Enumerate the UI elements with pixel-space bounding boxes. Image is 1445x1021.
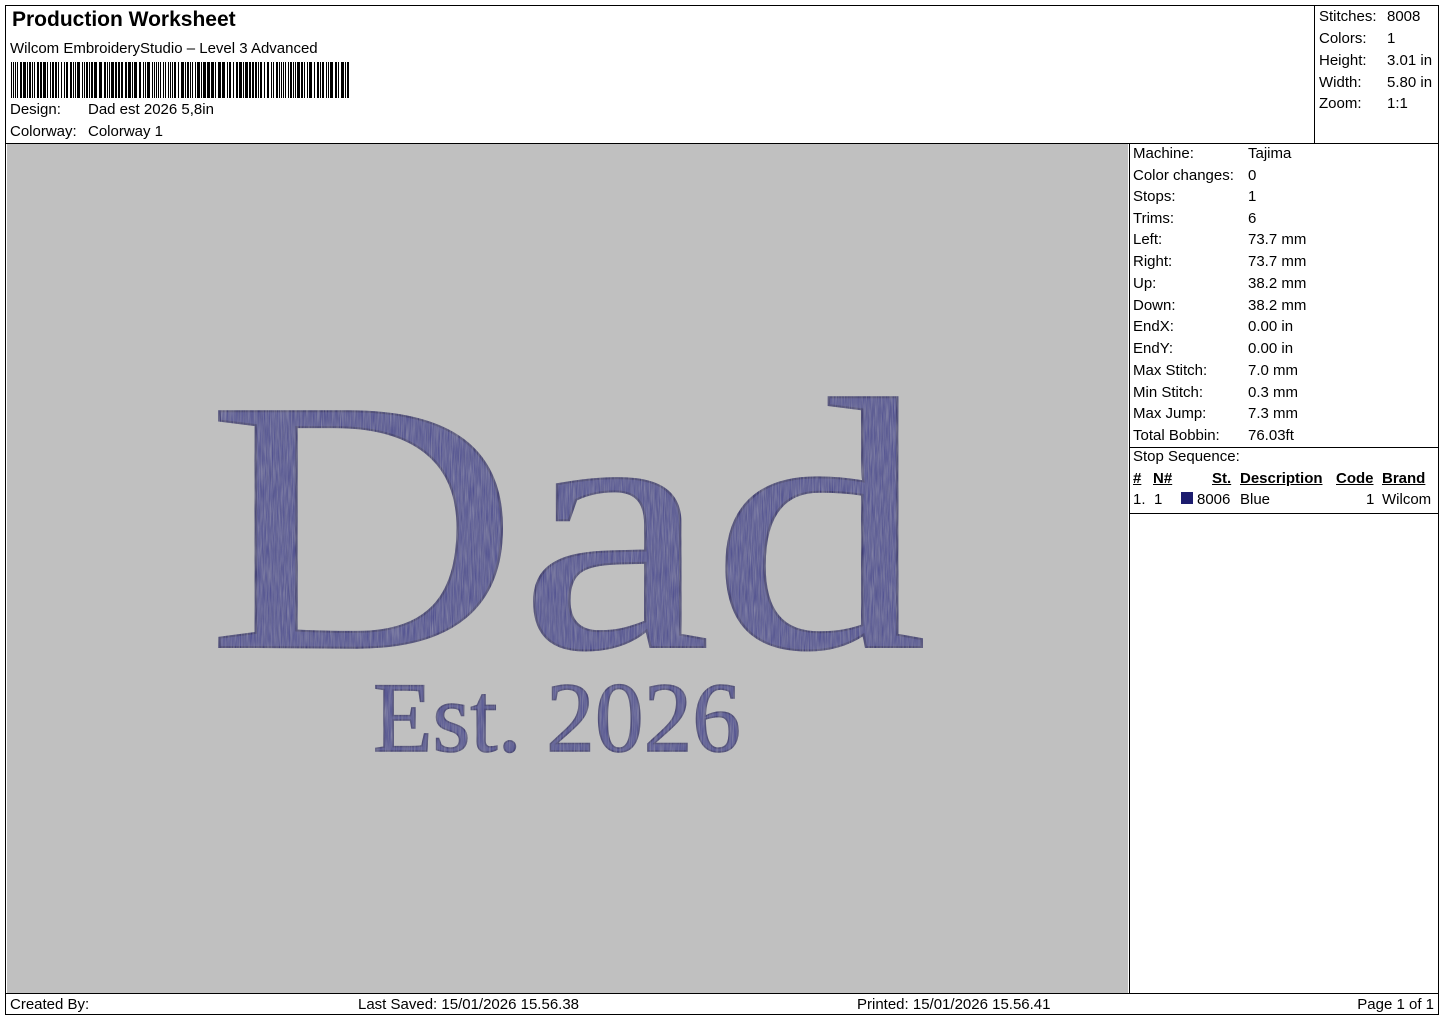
design-sub-text: Est. 2026 [373,662,741,773]
footer-page: Page 1 of 1 [1357,996,1434,1013]
design-label: Design: [10,101,61,118]
embroidery-design: Dad Est. 2026 [206,325,928,774]
design-preview: Dad Est. 2026 [7,144,1128,993]
colorway-value: Colorway 1 [88,123,164,140]
stats-box: Stitches: 8008 Colors: 1 Height: 3.01 in Wi… [1314,6,1438,144]
table-divider [1130,513,1438,514]
col-description: Description [1240,470,1323,487]
col-st: St. [1212,470,1232,487]
col-n: N# [1153,470,1173,487]
colorway-row: Colorway: Colorway 1 [6,123,406,143]
properties-panel: Machine: Tajima Color changes: 0 Stops: 1 T… [1129,144,1438,993]
row-description: Blue [1240,491,1271,508]
footer-printed: Printed: 15/01/2026 15.56.41 [857,996,1051,1013]
footer-created-by: Created By: [10,996,90,1013]
software-name: Wilcom EmbroideryStudio – Level 3 Advanc… [10,40,318,57]
row-code: 1 [1366,491,1375,508]
design-value: Dad est 2026 5,8in [88,101,214,118]
stop-sequence-title: Stop Sequence: [1133,448,1240,465]
barcode [11,62,349,98]
design-row: Design: Dad est 2026 5,8in [6,101,406,121]
row-brand: Wilcom [1382,491,1432,508]
col-code: Code [1336,470,1374,487]
footer-divider [6,993,1438,994]
footer-last-saved: Last Saved: 15/01/2026 15.56.38 [358,996,580,1013]
col-brand: Brand [1382,470,1426,487]
col-index: # [1133,470,1142,487]
row-index: 1. [1133,491,1146,508]
row-n: 1 [1154,491,1163,508]
production-worksheet: Production Worksheet Wilcom EmbroiderySt… [5,5,1439,1015]
row-st: 8006 [1197,491,1231,508]
thread-color-swatch [1181,492,1193,504]
page-title: Production Worksheet [12,8,236,31]
colorway-label: Colorway: [10,123,77,140]
